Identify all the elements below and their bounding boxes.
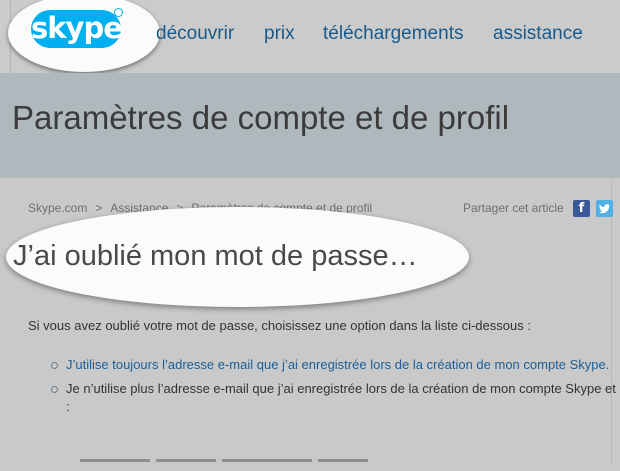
truncated-text bbox=[80, 459, 400, 471]
option-text-other-email: Je n’utilise plus l’adresse e-mail que j… bbox=[66, 381, 616, 414]
breadcrumb-separator: > bbox=[95, 201, 103, 215]
twitter-icon[interactable] bbox=[596, 200, 613, 217]
option-list: J’utilise toujours l’adresse e-mail que … bbox=[48, 356, 618, 422]
page-title: Paramètres de compte et de profil bbox=[12, 99, 510, 136]
facebook-icon[interactable]: f bbox=[573, 200, 590, 217]
article-title: J’ai oublié mon mot de passe… bbox=[13, 240, 418, 272]
breadcrumb-item-skype[interactable]: Skype.com bbox=[28, 201, 87, 215]
list-item[interactable]: J’utilise toujours l’adresse e-mail que … bbox=[48, 356, 618, 374]
nav-link-assistance[interactable]: assistance bbox=[493, 23, 583, 45]
nav-link-telechargements[interactable]: téléchargements bbox=[323, 23, 463, 45]
article-intro: Si vous avez oublié votre mot de passe, … bbox=[28, 318, 531, 333]
list-item: Je n’utilise plus l’adresse e-mail que j… bbox=[48, 380, 618, 416]
nav-link-decouvrir[interactable]: découvrir bbox=[156, 23, 234, 45]
share-label: Partager cet article bbox=[463, 201, 564, 215]
bullet-icon bbox=[51, 386, 58, 393]
page-banner: Paramètres de compte et de profil bbox=[0, 73, 620, 178]
trademark-icon bbox=[114, 8, 123, 17]
nav-link-prix[interactable]: prix bbox=[264, 23, 295, 45]
option-link-same-email[interactable]: J’utilise toujours l’adresse e-mail que … bbox=[66, 357, 609, 372]
bullet-icon bbox=[51, 362, 58, 369]
logo-text: skype bbox=[31, 11, 123, 45]
skype-logo[interactable]: skype bbox=[31, 10, 123, 48]
